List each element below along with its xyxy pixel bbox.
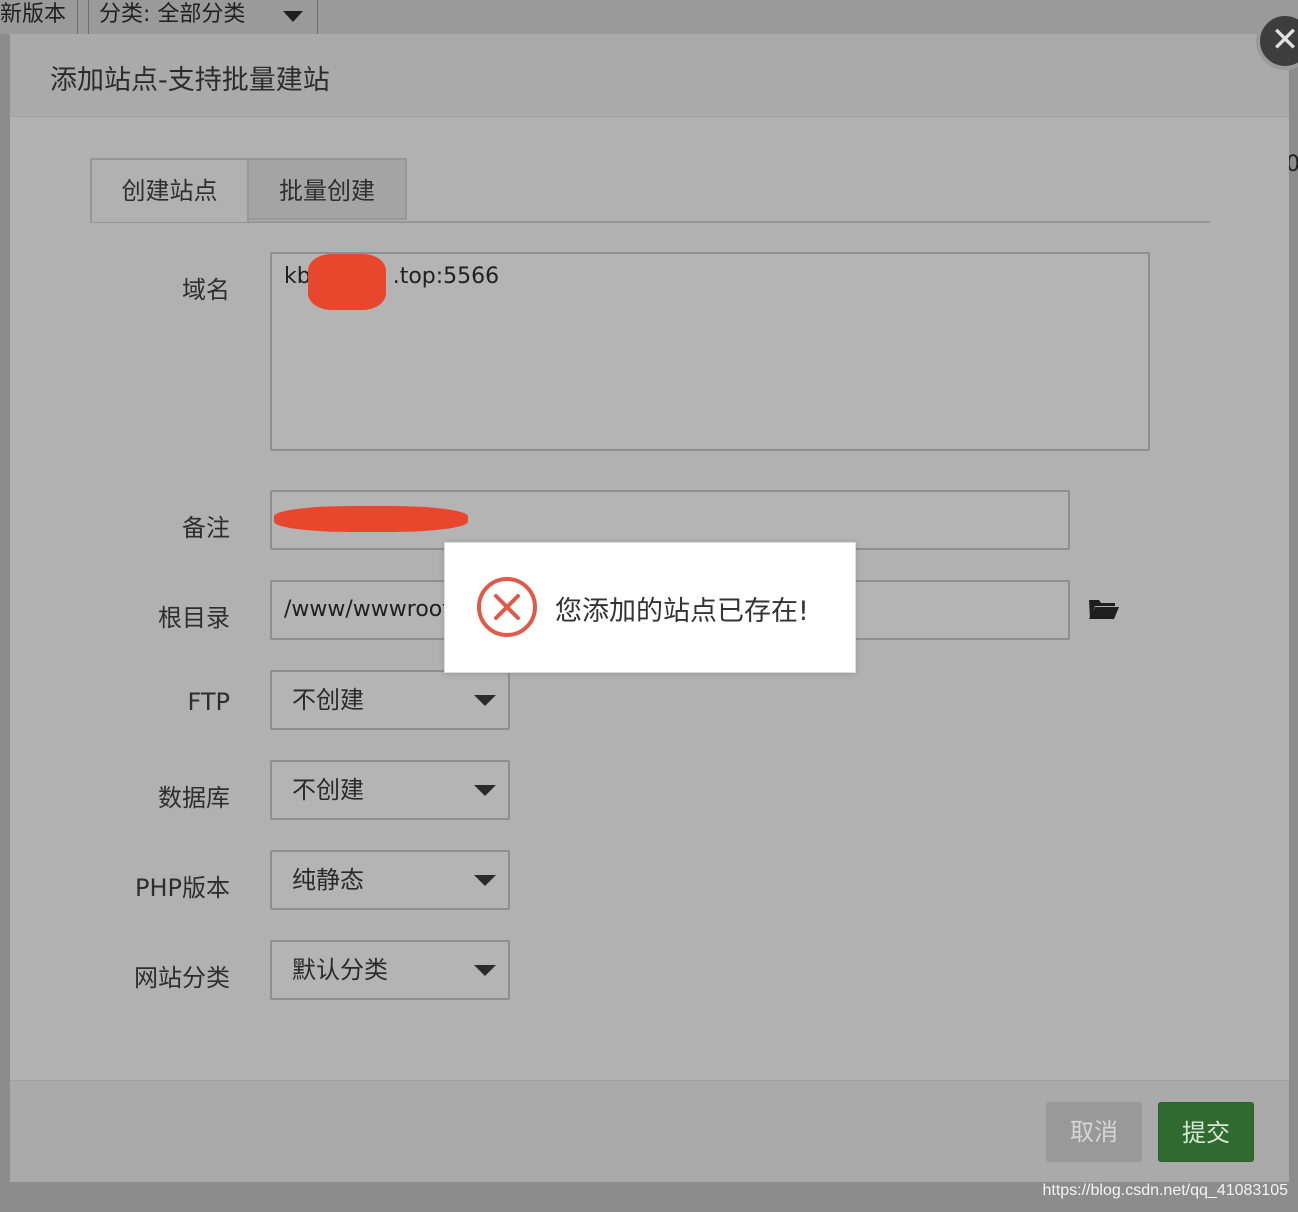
domain-redaction-mark [308,254,386,310]
tab-batch-create[interactable]: 批量创建 [249,158,407,220]
ftp-select[interactable]: 不创建 [270,670,510,730]
chevron-down-icon [474,965,496,976]
background-version-tab[interactable]: 新版本 [0,0,78,34]
dialog-header: 添加站点-支持批量建站 [10,34,1289,117]
domain-value-suffix: .top:5566 [392,264,500,289]
error-message: 您添加的站点已存在! [555,596,809,627]
cancel-button[interactable]: 取消 [1046,1102,1142,1162]
php-version-select-value: 纯静态 [292,866,364,894]
chevron-down-icon [474,695,496,706]
database-label: 数据库 [158,784,230,812]
root-dir-value: /www/wwwroot/ [284,597,459,622]
submit-button[interactable]: 提交 [1158,1102,1254,1162]
chevron-down-icon [474,875,496,886]
site-category-select[interactable]: 默认分类 [270,940,510,1000]
domain-textarea[interactable]: kb .top:5566 [270,252,1150,451]
database-select-value: 不创建 [292,776,364,804]
php-version-select[interactable]: 纯静态 [270,850,510,910]
error-circle-x-icon [477,577,537,637]
dialog-title: 添加站点-支持批量建站 [50,65,330,96]
chevron-down-icon [283,11,303,22]
site-category-select-value: 默认分类 [292,956,388,984]
background-version-label: 新版本 [0,2,67,27]
tab-create-site[interactable]: 创建站点 [90,158,249,222]
background-toolbar: 新版本 分类: 全部分类 [0,0,1298,34]
domain-label: 域名 [182,276,230,304]
note-redaction-mark [274,506,468,532]
note-label: 备注 [182,514,230,542]
background-category-dropdown[interactable]: 分类: 全部分类 [88,0,318,34]
php-version-label: PHP版本 [135,874,230,902]
domain-value-prefix: kb [284,264,311,289]
site-category-label: 网站分类 [134,964,230,992]
dialog-tabs: 创建站点 批量创建 [90,158,1210,223]
ftp-label: FTP [187,688,230,716]
root-dir-label: 根目录 [158,604,230,632]
database-select[interactable]: 不创建 [270,760,510,820]
folder-open-icon[interactable] [1088,597,1120,621]
error-toast: 您添加的站点已存在! [444,542,856,673]
chevron-down-icon [474,785,496,796]
dialog-footer: 取消 提交 [10,1080,1289,1182]
watermark-url: https://blog.csdn.net/qq_41083105 [1042,1182,1288,1199]
background-category-label: 分类: 全部分类 [99,2,246,27]
ftp-select-value: 不创建 [292,686,364,714]
